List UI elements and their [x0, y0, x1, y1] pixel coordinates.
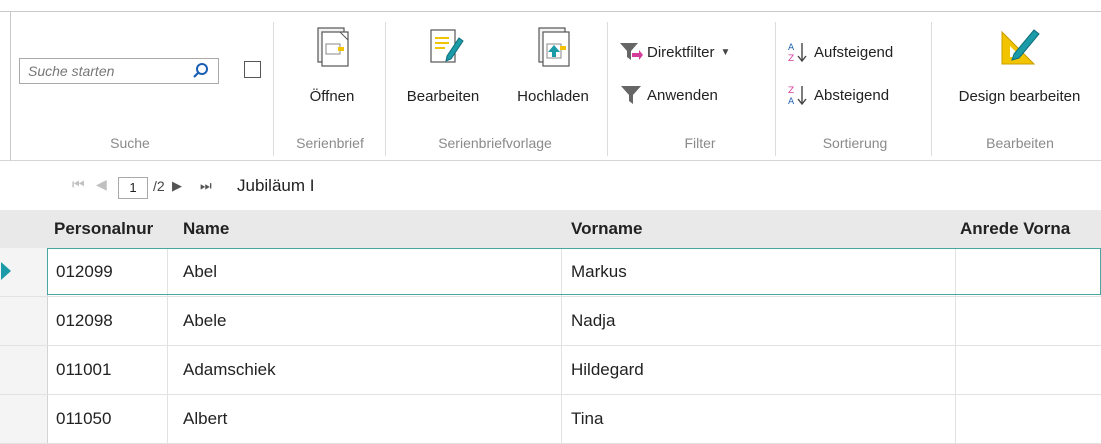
- column-divider: [561, 346, 562, 394]
- column-header-anrede[interactable]: Anrede Vorna: [960, 219, 1070, 239]
- row-indicator[interactable]: [0, 297, 48, 345]
- group-label-filter: Filter: [684, 135, 716, 151]
- ribbon-top-border: [0, 11, 1101, 12]
- search-icon[interactable]: [192, 62, 210, 80]
- data-grid: Personalnur Name Vorname Anrede Vorna 01…: [0, 210, 1101, 444]
- search-checkbox[interactable]: [244, 61, 261, 78]
- ribbon-left-border: [10, 11, 11, 161]
- upload-button[interactable]: Hochladen: [503, 24, 603, 114]
- table-row[interactable]: 011001 Adamschiek Hildegard: [0, 346, 1101, 395]
- previous-page-icon[interactable]: ◀: [96, 176, 107, 193]
- ribbon: Suche starten Suche Öffnen Serienbrief B…: [0, 0, 1101, 161]
- table-row[interactable]: 012099 Abel Markus: [0, 248, 1101, 297]
- design-edit-label: Design bearbeiten: [958, 88, 1081, 105]
- dropdown-arrow-icon: ▼: [720, 46, 731, 58]
- direct-filter-label: Direktfilter: [647, 43, 715, 61]
- sort-ascending-label: Aufsteigend: [814, 43, 894, 61]
- upload-label: Hochladen: [517, 88, 589, 105]
- document-edit-icon: [430, 29, 464, 63]
- search-placeholder: Suche starten: [28, 63, 115, 79]
- record-title: Jubiläum I: [237, 176, 315, 195]
- svg-text:A: A: [788, 43, 795, 53]
- open-button[interactable]: Öffnen: [292, 24, 372, 114]
- current-row-icon: [1, 262, 11, 280]
- row-indicator[interactable]: [0, 346, 48, 394]
- table-row[interactable]: 011050 Albert Tina: [0, 395, 1101, 444]
- svg-text:Z: Z: [788, 86, 794, 96]
- group-separator: [775, 22, 776, 156]
- group-separator: [273, 22, 274, 156]
- column-divider: [561, 297, 562, 345]
- group-label-suche: Suche: [110, 135, 150, 151]
- group-label-bearbeiten: Bearbeiten: [986, 135, 1054, 151]
- column-divider: [561, 395, 562, 443]
- design-edit-icon: [1001, 29, 1040, 65]
- group-separator: [931, 22, 932, 156]
- search-input[interactable]: Suche starten: [19, 58, 219, 84]
- column-header-name[interactable]: Name: [183, 219, 229, 239]
- edit-template-button[interactable]: Bearbeiten: [393, 24, 493, 114]
- svg-text:Z: Z: [788, 54, 794, 63]
- column-header-vorname[interactable]: Vorname: [571, 219, 643, 239]
- cell-vorname[interactable]: Tina: [571, 409, 603, 429]
- edit-template-label: Bearbeiten: [406, 88, 480, 105]
- direct-filter-button[interactable]: Direktfilter ▼: [619, 40, 730, 64]
- svg-text:A: A: [788, 97, 795, 106]
- apply-filter-label: Anwenden: [647, 86, 718, 104]
- column-divider: [955, 395, 956, 443]
- selected-row-frame: [47, 248, 1101, 295]
- sort-descending-button[interactable]: Z A Absteigend: [786, 83, 889, 107]
- column-header-personalnr[interactable]: Personalnur: [54, 219, 153, 239]
- group-label-sortierung: Sortierung: [822, 135, 888, 151]
- first-page-icon[interactable]: ⏮: [72, 176, 85, 193]
- column-divider: [167, 395, 168, 443]
- column-divider: [955, 346, 956, 394]
- group-label-vorlage: Serienbriefvorlage: [438, 135, 552, 151]
- open-label: Öffnen: [309, 88, 355, 105]
- cell-personalnr[interactable]: 012098: [56, 311, 113, 331]
- cell-personalnr[interactable]: 011001: [56, 360, 111, 380]
- last-page-icon[interactable]: ⏭: [200, 178, 212, 194]
- cell-name[interactable]: Adamschiek: [183, 360, 276, 380]
- cell-personalnr[interactable]: 011050: [56, 409, 111, 429]
- group-separator: [385, 22, 386, 156]
- group-separator: [607, 22, 608, 156]
- table-row[interactable]: 012098 Abele Nadja: [0, 297, 1101, 346]
- cell-name[interactable]: Abele: [183, 311, 226, 331]
- grid-header: Personalnur Name Vorname Anrede Vorna: [0, 210, 1101, 248]
- row-indicator[interactable]: [0, 248, 48, 296]
- page-total: /2: [153, 178, 165, 194]
- cell-vorname[interactable]: Nadja: [571, 311, 615, 331]
- document-upload-icon: [538, 27, 570, 67]
- filter-direct-icon: [620, 43, 643, 60]
- page-number-input[interactable]: 1: [118, 177, 148, 199]
- sort-descending-icon: Z A: [788, 86, 807, 106]
- column-divider: [955, 297, 956, 345]
- sort-ascending-icon: A Z: [788, 43, 807, 63]
- column-divider: [167, 346, 168, 394]
- group-label-serienbrief: Serienbrief: [296, 135, 364, 151]
- sort-ascending-button[interactable]: A Z Aufsteigend: [786, 40, 893, 64]
- apply-filter-button[interactable]: Anwenden: [619, 83, 718, 107]
- column-divider: [167, 297, 168, 345]
- cell-vorname[interactable]: Hildegard: [571, 360, 644, 380]
- document-open-icon: [317, 27, 349, 67]
- design-edit-button[interactable]: Design bearbeiten: [938, 24, 1101, 114]
- cell-name[interactable]: Albert: [183, 409, 227, 429]
- row-indicator[interactable]: [0, 395, 48, 443]
- next-page-icon[interactable]: ▶: [172, 178, 182, 194]
- sort-descending-label: Absteigend: [814, 86, 890, 104]
- record-navigator: [0, 161, 1101, 209]
- filter-icon: [621, 86, 641, 104]
